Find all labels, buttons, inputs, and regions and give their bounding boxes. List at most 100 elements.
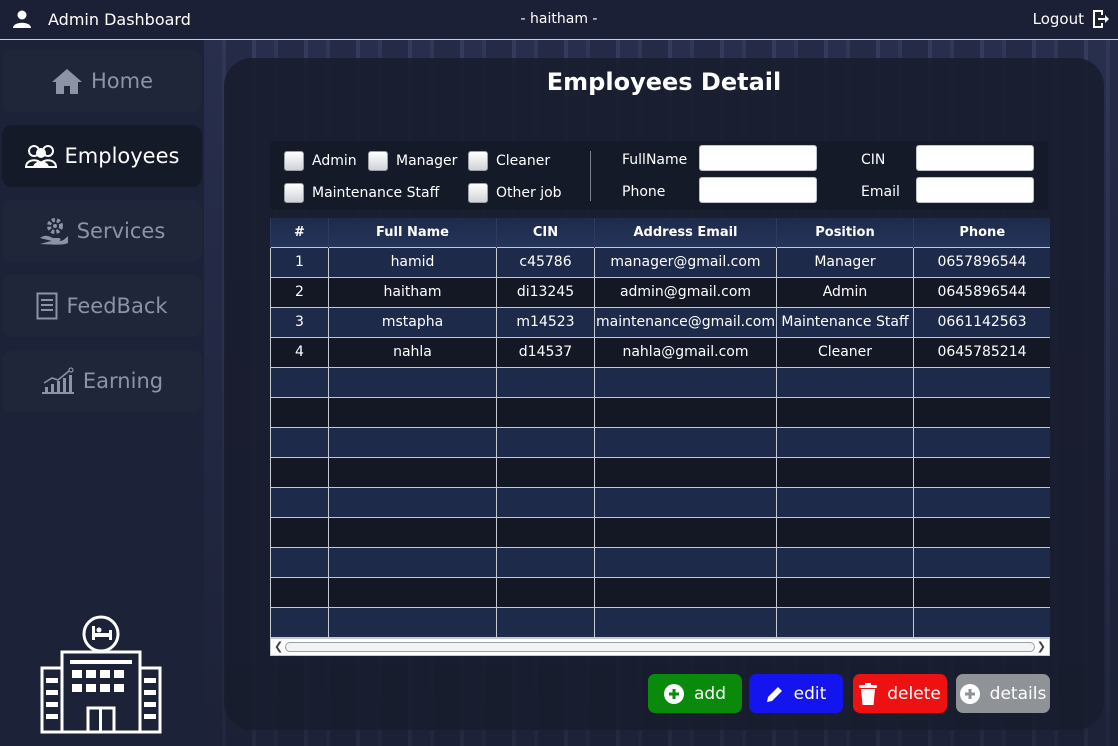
hotel-logo-icon: [40, 615, 162, 734]
sidebar-item-home[interactable]: Home: [2, 50, 202, 112]
table-cell: Cleaner: [776, 336, 914, 368]
table-row[interactable]: 2 haitham di13245 admin@gmail.com Admin …: [270, 276, 1050, 308]
edit-label: edit: [793, 683, 827, 704]
top-bar: Admin Dashboard - haitham - Logout: [0, 0, 1118, 40]
column-header[interactable]: Phone: [913, 218, 1050, 247]
logout-icon: [1093, 10, 1109, 28]
table-cell: c45786: [496, 246, 595, 278]
checkbox-box[interactable]: [284, 183, 304, 203]
table-cell: 4: [270, 336, 329, 368]
checkbox-box[interactable]: [468, 151, 488, 171]
phone-label: Phone: [622, 184, 666, 200]
table-cell: haitham: [328, 276, 497, 308]
checkbox-label: Other job: [496, 185, 562, 201]
table-cell: 1: [270, 246, 329, 278]
table-cell: di13245: [496, 276, 595, 308]
table-cell: d14537: [496, 336, 595, 368]
filter-other-job-checkbox[interactable]: Other job: [468, 183, 562, 203]
empty-table-row: [270, 606, 1050, 638]
table-cell: Admin: [776, 276, 914, 308]
column-header[interactable]: Full Name: [328, 218, 497, 247]
sidebar: Home Employees Services FeedBack Earning: [0, 40, 204, 746]
checkbox-box[interactable]: [284, 151, 304, 171]
table-row[interactable]: 4 nahla d14537 nahla@gmail.com Cleaner 0…: [270, 336, 1050, 368]
sidebar-item-label: Earning: [82, 369, 164, 393]
table-cell: nahla: [328, 336, 497, 368]
filter-bar: Admin Manager Cleaner Maintenance Staff …: [270, 141, 1048, 210]
logout-button[interactable]: Logout: [1033, 8, 1110, 30]
filter-admin-checkbox[interactable]: Admin: [284, 151, 357, 171]
current-user: - haitham -: [520, 11, 598, 27]
delete-label: delete: [887, 683, 941, 704]
phone-input[interactable]: [699, 177, 817, 203]
sidebar-item-label: Services: [76, 219, 166, 243]
document-icon: [36, 292, 58, 320]
edit-button[interactable]: edit: [749, 674, 843, 713]
logout-label: Logout: [1032, 10, 1084, 28]
table-cell: 0661142563: [913, 306, 1050, 338]
sidebar-item-label: FeedBack: [66, 294, 168, 318]
column-header[interactable]: #: [270, 218, 329, 247]
plus-circle-icon: [959, 683, 980, 704]
scroll-right-arrow-icon[interactable]: ❯: [1037, 640, 1046, 653]
details-label: details: [989, 683, 1047, 704]
checkbox-box[interactable]: [468, 183, 488, 203]
sidebar-item-feedback[interactable]: FeedBack: [2, 275, 202, 337]
table-cell: 3: [270, 306, 329, 338]
cin-input[interactable]: [916, 145, 1034, 171]
table-row[interactable]: 3 mstapha m14523 maintenance@gmail.com M…: [270, 306, 1050, 338]
table-cell: m14523: [496, 306, 595, 338]
services-icon: [39, 218, 68, 245]
empty-table-row: [270, 576, 1050, 608]
plus-circle-icon: [664, 683, 684, 704]
page-title: Employees Detail: [546, 68, 782, 96]
table-cell: Manager: [776, 246, 914, 278]
details-button[interactable]: details: [956, 674, 1050, 713]
pencil-icon: [766, 686, 782, 702]
table-cell: mstapha: [328, 306, 497, 338]
empty-table-row: [270, 456, 1050, 488]
column-header[interactable]: Address Email: [594, 218, 777, 247]
filter-manager-checkbox[interactable]: Manager: [368, 151, 457, 171]
trash-icon: [859, 682, 878, 705]
add-button[interactable]: add: [648, 674, 742, 713]
employees-table[interactable]: # Full Name CIN Address Email Position P…: [270, 218, 1050, 656]
add-label: add: [694, 683, 726, 704]
checkbox-label: Maintenance Staff: [312, 185, 440, 201]
fullname-label: FullName: [622, 152, 688, 168]
table-cell: 0645785214: [913, 336, 1050, 368]
table-header-row: # Full Name CIN Address Email Position P…: [270, 218, 1050, 247]
empty-table-row: [270, 516, 1050, 548]
sidebar-item-label: Employees: [64, 144, 180, 168]
sidebar-item-label: Home: [90, 69, 153, 93]
table-cell: 0645896544: [913, 276, 1050, 308]
delete-button[interactable]: delete: [853, 674, 947, 713]
table-cell: nahla@gmail.com: [594, 336, 777, 368]
email-input[interactable]: [916, 177, 1034, 203]
table-horizontal-scrollbar[interactable]: ❮ ❯: [270, 638, 1050, 656]
checkbox-label: Admin: [312, 153, 357, 169]
checkbox-box[interactable]: [368, 151, 388, 171]
table-row[interactable]: 1 hamid c45786 manager@gmail.com Manager…: [270, 246, 1050, 278]
scrollbar-thumb[interactable]: [285, 642, 1035, 652]
users-icon: [24, 145, 57, 168]
sidebar-item-services[interactable]: Services: [2, 200, 202, 262]
fullname-input[interactable]: [699, 145, 817, 171]
empty-table-row: [270, 486, 1050, 518]
table-cell: Maintenance Staff: [776, 306, 914, 338]
sidebar-item-employees[interactable]: Employees: [2, 125, 202, 187]
filter-cleaner-checkbox[interactable]: Cleaner: [468, 151, 550, 171]
sidebar-item-earning[interactable]: Earning: [2, 350, 202, 412]
empty-table-row: [270, 396, 1050, 428]
email-label: Email: [861, 184, 900, 200]
column-header[interactable]: Position: [776, 218, 914, 247]
scroll-left-arrow-icon[interactable]: ❮: [274, 640, 283, 653]
empty-table-row: [270, 426, 1050, 458]
table-cell: hamid: [328, 246, 497, 278]
table-cell: manager@gmail.com: [594, 246, 777, 278]
table-cell: maintenance@gmail.com: [594, 306, 777, 338]
chart-icon: [41, 367, 74, 394]
filter-maintenance-checkbox[interactable]: Maintenance Staff: [284, 183, 439, 203]
column-header[interactable]: CIN: [496, 218, 595, 247]
table-cell: 2: [270, 276, 329, 308]
